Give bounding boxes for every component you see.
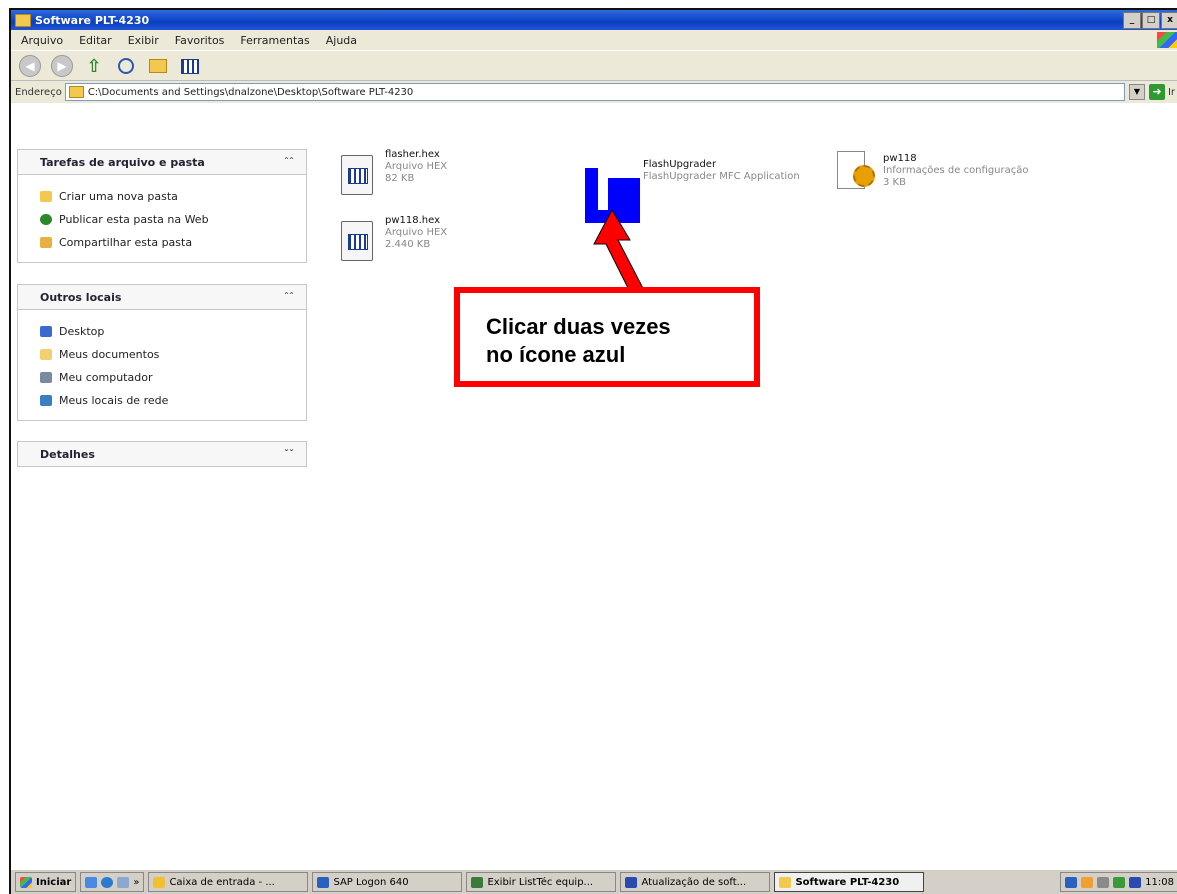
- annotation-box: Clicar duas vezes no ícone azul: [454, 287, 760, 387]
- annotation-line-1: Clicar duas vezes: [486, 314, 671, 339]
- annotation-line-2: no ícone azul: [486, 342, 626, 367]
- annotation-arrow: [593, 208, 647, 301]
